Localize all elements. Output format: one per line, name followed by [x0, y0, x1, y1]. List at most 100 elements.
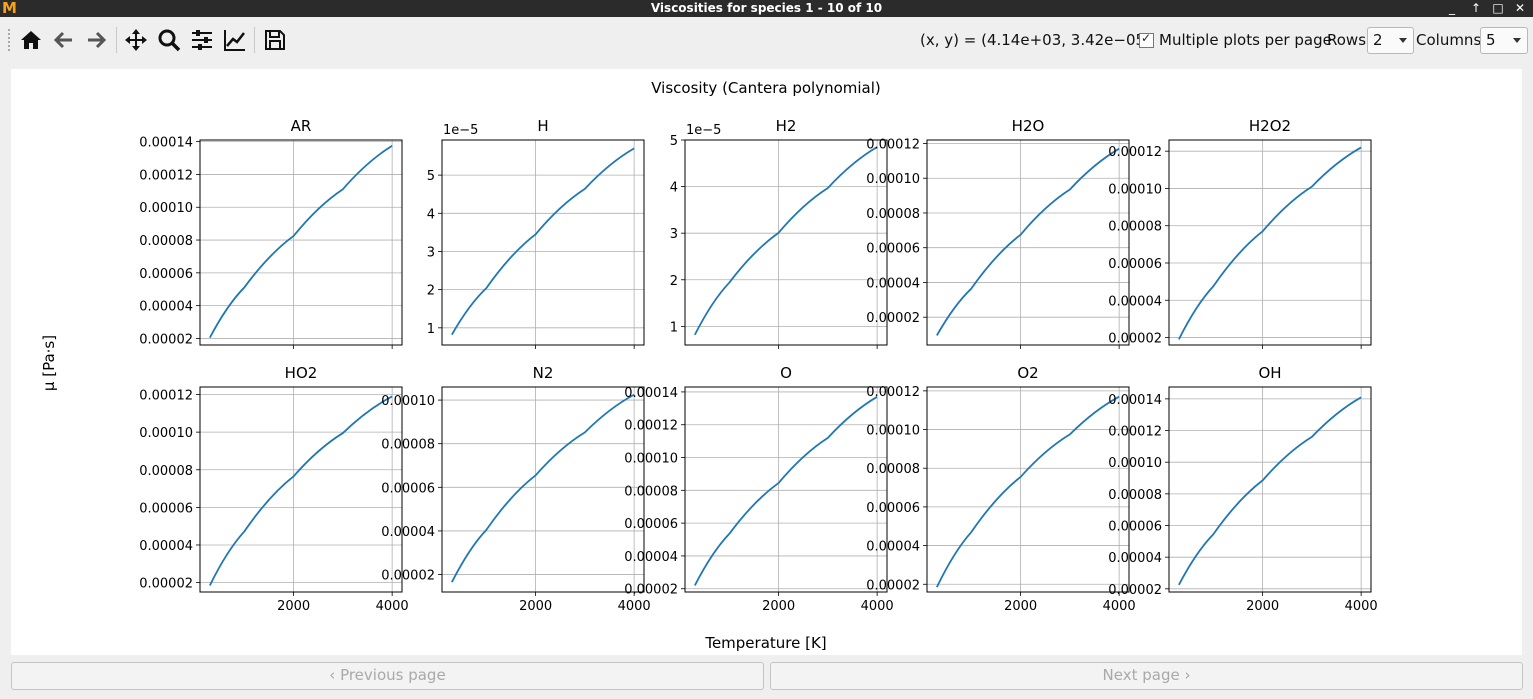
- subplot-title: H: [537, 117, 548, 135]
- y-tick-label: 0.00006: [1108, 257, 1162, 272]
- y-tick-label: 0.00006: [624, 517, 678, 532]
- rows-select[interactable]: 2: [1367, 27, 1414, 54]
- y-tick-label: 0.00004: [139, 539, 193, 554]
- minimize-button[interactable]: _: [1442, 0, 1462, 17]
- subplot-oh: 2000 4000 0.00002 0.00004 0.00006 0.00008 0.00…: [1108, 364, 1377, 614]
- y-tick-label: 0.00002: [866, 578, 920, 593]
- y-tick-label: 1: [670, 320, 678, 335]
- y-tick-label: 0.00010: [624, 452, 678, 467]
- y-tick-label: 2: [427, 284, 435, 299]
- columns-select[interactable]: 5: [1480, 27, 1528, 54]
- edit-axis-icon: [224, 30, 245, 51]
- forward-icon: [88, 31, 107, 49]
- y-tick-label: 0.00014: [1108, 393, 1162, 408]
- restore-button[interactable]: ↑: [1466, 0, 1486, 17]
- y-tick-label: 0.00006: [866, 242, 920, 257]
- y-tick-label: 4: [427, 207, 435, 222]
- coordinates-readout: (x, y) = (4.14e+03, 3.42e−05): [920, 31, 1151, 49]
- zoom-button[interactable]: [154, 26, 184, 54]
- edit-axis-button[interactable]: [220, 26, 250, 54]
- home-icon: [21, 31, 41, 49]
- rows-label: Rows: [1327, 31, 1367, 49]
- subplot-title: H2: [776, 117, 797, 135]
- y-tick-label: 0.00002: [1108, 332, 1162, 347]
- y-tick-label: 0.00002: [381, 569, 435, 584]
- next-page-button[interactable]: Next page ›: [770, 662, 1523, 690]
- y-tick-label: 0.00004: [139, 300, 193, 315]
- maximize-button[interactable]: □: [1488, 0, 1508, 17]
- y-tick-label: 0.00010: [866, 172, 920, 187]
- y-tick-label: 0.00012: [624, 419, 678, 434]
- back-icon: [53, 31, 72, 49]
- y-tick-label: 0.00008: [1108, 488, 1162, 503]
- y-tick-label: 0.00008: [866, 462, 920, 477]
- y-tick-label: 3: [670, 227, 678, 242]
- viscosity-line: [451, 147, 635, 336]
- y-tick-label: 0.00012: [1108, 145, 1162, 160]
- y-tick-label: 0.00008: [624, 484, 678, 499]
- viscosity-line: [451, 393, 635, 583]
- axes-frame: [1168, 386, 1372, 593]
- axes-frame: [684, 139, 888, 346]
- pan-button[interactable]: [121, 26, 151, 54]
- figure-canvas[interactable]: Viscosity (Cantera polynomial) Temperatu…: [11, 69, 1522, 655]
- y-tick-label: 0.00008: [139, 234, 193, 249]
- y-tick-label: 1: [427, 322, 435, 337]
- axes-frame: [441, 139, 645, 346]
- subplot-n2: 2000 4000 0.00002 0.00004 0.00006 0.00008 0.00…: [381, 364, 650, 614]
- x-tick-label: 2000: [1004, 599, 1037, 614]
- rows-value: 2: [1373, 31, 1383, 49]
- y-tick-label: 0.00012: [1108, 425, 1162, 440]
- y-tick-label: 0.00006: [866, 501, 920, 516]
- columns-value: 5: [1486, 31, 1496, 49]
- y-tick-label: 3: [427, 245, 435, 260]
- y-offset-label: 1e−5: [443, 123, 478, 138]
- y-tick-label: 0.00004: [1108, 294, 1162, 309]
- axes-frame: [684, 386, 888, 593]
- x-tick-label: 4000: [1345, 599, 1378, 614]
- viscosity-line: [1178, 146, 1362, 340]
- chevron-down-icon: [1513, 38, 1521, 43]
- subplot-h2o: 0.00002 0.00004 0.00006 0.00008 0.00010 0.000…: [866, 117, 1130, 349]
- toolbar-grip[interactable]: [8, 29, 13, 51]
- subplot-title: O: [780, 364, 792, 382]
- save-icon: [265, 30, 285, 50]
- subplot-ar: 0.00002 0.00004 0.00006 0.00008 0.00010 0.000…: [139, 117, 403, 349]
- y-tick-label: 0.00006: [381, 481, 435, 496]
- subplot-title: H2O2: [1249, 117, 1291, 135]
- forward-button[interactable]: [81, 26, 111, 54]
- x-tick-label: 4000: [1103, 599, 1136, 614]
- save-button[interactable]: [260, 26, 290, 54]
- window-title: Viscosities for species 1 - 10 of 10: [650, 1, 883, 15]
- y-tick-label: 0.00006: [139, 501, 193, 516]
- y-offset-label: 1e−5: [686, 123, 721, 138]
- window-titlebar: M Viscosities for species 1 - 10 of 10 _…: [0, 0, 1533, 17]
- multiple-plots-checkbox[interactable]: [1139, 31, 1154, 48]
- y-tick-label: 0.00008: [1108, 220, 1162, 235]
- y-tick-label: 0.00012: [866, 385, 920, 400]
- back-button[interactable]: [49, 26, 79, 54]
- subplot-h: 1 2 3 4 5 1e−5 H: [427, 117, 645, 349]
- figure-svg[interactable]: Viscosity (Cantera polynomial) Temperatu…: [11, 69, 1522, 655]
- multiple-plots-label[interactable]: Multiple plots per page: [1159, 31, 1332, 49]
- previous-page-button[interactable]: ‹ Previous page: [11, 662, 764, 690]
- x-tick-label: 2000: [762, 599, 795, 614]
- axes-frame: [1168, 139, 1372, 346]
- home-button[interactable]: [16, 26, 46, 54]
- y-tick-label: 0.00014: [624, 386, 678, 401]
- y-tick-label: 0.00002: [139, 577, 193, 592]
- x-tick-label: 2000: [277, 599, 310, 614]
- y-tick-label: 0.00012: [866, 137, 920, 152]
- toolbar-separator: [116, 27, 117, 53]
- figure-suptitle: Viscosity (Cantera polynomial): [651, 79, 881, 97]
- y-tick-label: 4: [670, 181, 678, 196]
- subplot-title: AR: [291, 117, 312, 135]
- configure-subplots-icon: [192, 30, 212, 50]
- y-tick-label: 2: [670, 274, 678, 289]
- y-tick-label: 0.00012: [139, 168, 193, 183]
- y-tick-label: 0.00002: [624, 583, 678, 598]
- viscosity-line: [1178, 396, 1362, 586]
- close-button[interactable]: ✕: [1510, 0, 1530, 17]
- configure-subplots-button[interactable]: [187, 26, 217, 54]
- viscosity-line: [936, 147, 1120, 336]
